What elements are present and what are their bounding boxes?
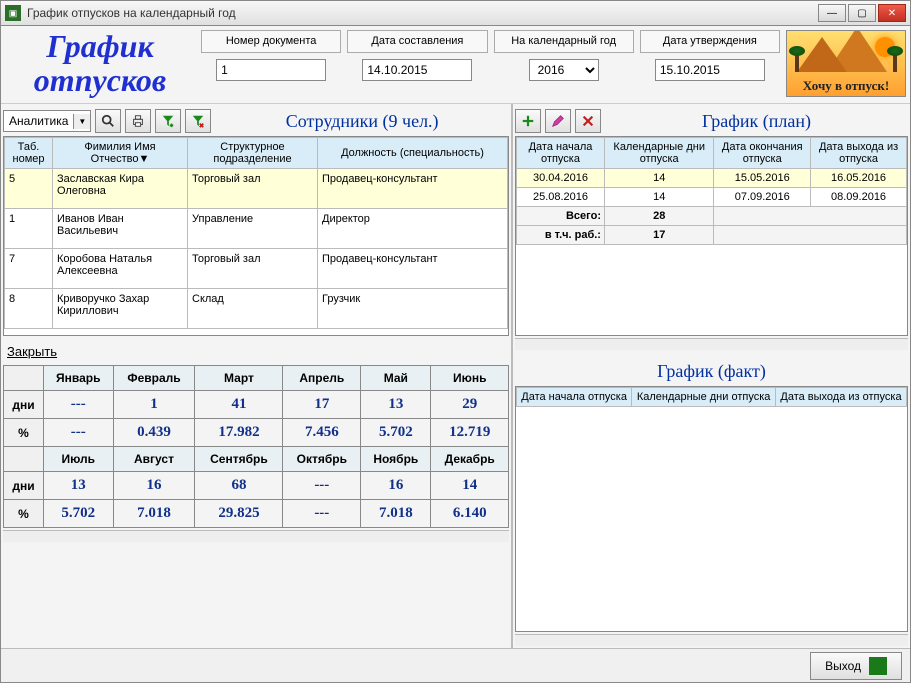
plan-grid[interactable]: Дата начала отпуска Календарные дни отпу… xyxy=(515,136,908,336)
window-title: График отпусков на календарный год xyxy=(27,6,818,20)
col-fact-start[interactable]: Дата начала отпуска xyxy=(517,388,632,407)
print-button[interactable] xyxy=(125,109,151,133)
close-window-button[interactable]: ✕ xyxy=(878,4,906,22)
col-plan-start[interactable]: Дата начала отпуска xyxy=(517,138,605,169)
col-plan-end[interactable]: Дата окончания отпуска xyxy=(714,138,811,169)
date-approved-input[interactable] xyxy=(655,59,765,81)
col-dept[interactable]: Структурное подразделение xyxy=(188,138,318,169)
summary-row: в т.ч. раб.: 17 xyxy=(517,226,907,245)
table-row[interactable]: 5 Заславская Кира Олеговна Торговый зал … xyxy=(5,169,508,209)
table-row[interactable]: 25.08.2016 14 07.09.2016 08.09.2016 xyxy=(517,188,907,207)
date-approved-label: Дата утверждения xyxy=(640,30,780,53)
exit-button[interactable]: Выход xyxy=(810,652,902,680)
fact-title: График (факт) xyxy=(515,361,908,382)
filter-add-icon xyxy=(161,114,175,128)
minimize-button[interactable]: — xyxy=(818,4,846,22)
employees-pane: Аналитика ▼ Сотрудники (9 чел.) Таб. ном… xyxy=(1,104,513,648)
employees-grid[interactable]: Таб. номер Фимилия Имя Отчество▼ Структу… xyxy=(3,136,509,336)
palm-icon xyxy=(795,52,799,72)
col-fact-exit[interactable]: Дата выхода из отпуска xyxy=(775,388,906,407)
search-icon xyxy=(101,114,115,128)
exit-icon xyxy=(869,657,887,675)
horizontal-scrollbar[interactable] xyxy=(515,338,908,350)
plus-icon xyxy=(521,114,535,128)
plan-title: График (план) xyxy=(605,111,908,132)
col-position[interactable]: Должность (специальность) xyxy=(318,138,508,169)
horizontal-scrollbar[interactable] xyxy=(515,634,908,646)
filter-clear-button[interactable] xyxy=(185,109,211,133)
col-plan-exit[interactable]: Дата выхода из отпуска xyxy=(811,138,907,169)
chevron-down-icon: ▼ xyxy=(73,114,90,129)
promo-image: Хочу в отпуск! xyxy=(786,30,906,97)
analytics-dropdown[interactable]: Аналитика ▼ xyxy=(3,110,91,132)
month-stats-table: Январь Февраль Март Апрель Май Июнь дни … xyxy=(3,365,509,528)
col-fact-days[interactable]: Календарные дни отпуска xyxy=(632,388,776,407)
calendar-year-select[interactable]: 2016 xyxy=(529,59,599,81)
print-icon xyxy=(131,114,145,128)
date-created-input[interactable] xyxy=(362,59,472,81)
summary-row: Всего: 28 xyxy=(517,207,907,226)
table-row[interactable]: 8 Криворучко Захар Кириллович Склад Груз… xyxy=(5,289,508,329)
filter-add-button[interactable] xyxy=(155,109,181,133)
analytics-label: Аналитика xyxy=(4,111,73,131)
edit-button[interactable] xyxy=(545,109,571,133)
table-row[interactable]: 7 Коробова Наталья Алексеевна Торговый з… xyxy=(5,249,508,289)
palm-icon xyxy=(893,52,897,72)
app-icon: ▣ xyxy=(5,5,21,21)
window-titlebar: ▣ График отпусков на календарный год — ▢… xyxy=(0,0,911,26)
pencil-icon xyxy=(551,114,565,128)
col-tab-number[interactable]: Таб. номер xyxy=(5,138,53,169)
promo-text: Хочу в отпуск! xyxy=(787,78,905,94)
horizontal-scrollbar[interactable] xyxy=(3,530,509,542)
fact-grid[interactable]: Дата начала отпуска Календарные дни отпу… xyxy=(515,386,908,632)
delete-button[interactable] xyxy=(575,109,601,133)
date-created-label: Дата составления xyxy=(347,30,487,53)
exit-label: Выход xyxy=(825,659,861,673)
col-fio[interactable]: Фимилия Имя Отчество▼ xyxy=(53,138,188,169)
add-button[interactable] xyxy=(515,109,541,133)
col-plan-days[interactable]: Календарные дни отпуска xyxy=(604,138,713,169)
sort-desc-icon: ▼ xyxy=(138,153,149,165)
maximize-button[interactable]: ▢ xyxy=(848,4,876,22)
x-icon xyxy=(581,114,595,128)
doc-number-label: Номер документа xyxy=(201,30,341,53)
table-row[interactable]: 30.04.2016 14 15.05.2016 16.05.2016 xyxy=(517,169,907,188)
close-link[interactable]: Закрыть xyxy=(7,344,509,359)
table-row[interactable]: 1 Иванов Иван Васильевич Управление Дире… xyxy=(5,209,508,249)
footer-bar: Выход xyxy=(1,648,910,682)
search-button[interactable] xyxy=(95,109,121,133)
header-band: График отпусков Номер документа Дата сос… xyxy=(1,26,910,104)
doc-number-input[interactable] xyxy=(216,59,326,81)
calendar-year-label: На календарный год xyxy=(494,30,634,53)
filter-clear-icon xyxy=(191,114,205,128)
page-logo-title: График отпусков xyxy=(5,30,195,97)
pyramid-icon xyxy=(797,37,847,72)
employees-title: Сотрудники (9 чел.) xyxy=(215,111,509,132)
